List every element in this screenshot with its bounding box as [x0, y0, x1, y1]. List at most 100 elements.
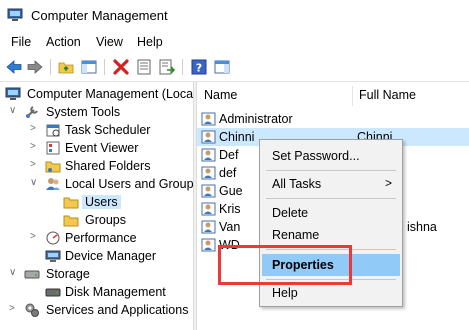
shared-folder-icon [45, 161, 61, 173]
menu-view[interactable]: View [96, 35, 123, 49]
export-list-icon[interactable] [158, 58, 176, 76]
performance-icon [46, 231, 60, 245]
storage-icon [24, 270, 40, 279]
properties-icon[interactable] [135, 58, 153, 76]
menu-help[interactable]: Help [137, 35, 163, 49]
user-icon [201, 238, 216, 252]
event-viewer-icon [46, 141, 60, 155]
user-icon [201, 148, 216, 162]
expand-chevron-icon[interactable]: > [30, 159, 40, 171]
user-icon [201, 202, 216, 216]
user-icon [201, 166, 216, 180]
user-name: Kris [219, 202, 241, 216]
tree-item-system-tools[interactable]: ∨ System Tools [0, 103, 193, 121]
tree-label: Event Viewer [65, 141, 139, 155]
tree-label: Disk Management [65, 285, 166, 299]
toolbar-separator [50, 59, 51, 75]
tree-item-storage[interactable]: ∨ Storage [0, 265, 193, 283]
svg-text:?: ? [196, 62, 202, 75]
tree-label: Shared Folders [65, 159, 151, 173]
menu-item-label: Help [272, 286, 298, 300]
submenu-arrow-icon: > [384, 176, 392, 190]
console-tree: Computer Management (Local ∨ System Tool… [0, 82, 193, 330]
column-separator[interactable] [352, 86, 353, 106]
collapse-chevron-icon[interactable]: ∨ [9, 105, 19, 117]
user-icon [201, 184, 216, 198]
tree-label: Users [82, 195, 121, 209]
user-name: Gue [219, 184, 243, 198]
back-arrow-icon[interactable] [5, 58, 23, 76]
user-icon [201, 112, 216, 126]
system-tools-icon [26, 106, 38, 118]
expand-chevron-icon[interactable]: > [30, 123, 40, 135]
tree-label: Storage [46, 267, 90, 281]
tree-label: Services and Applications [46, 303, 189, 317]
menu-item-label: Delete [272, 206, 309, 220]
tree-item-users[interactable]: Users [0, 193, 193, 211]
tree-item-device-manager[interactable]: Device Manager [0, 247, 193, 265]
menu-separator [266, 170, 396, 171]
folder-icon [63, 197, 79, 209]
user-name: Chinni [219, 130, 255, 144]
column-header-full-name[interactable]: Full Name [359, 88, 416, 102]
user-name: Administrator [219, 112, 293, 126]
expand-chevron-icon[interactable]: > [30, 141, 40, 153]
expand-chevron-icon[interactable]: > [9, 303, 19, 315]
menu-item-label: All Tasks [272, 177, 322, 191]
menu-item-delete[interactable]: Delete [262, 202, 400, 224]
expand-chevron-icon[interactable]: > [30, 231, 40, 243]
user-icon [201, 220, 216, 234]
window-title: Computer Management [31, 8, 168, 23]
title-bar: Computer Management [0, 0, 469, 31]
computer-management-icon [5, 87, 21, 100]
users-group-icon [46, 178, 60, 190]
help-icon[interactable]: ? [190, 58, 208, 76]
menu-item-rename[interactable]: Rename [262, 224, 400, 246]
user-name: Van [219, 220, 241, 234]
up-folder-icon[interactable] [57, 58, 75, 76]
tree-label: Local Users and Groups [65, 177, 193, 191]
action-pane-icon[interactable] [213, 58, 231, 76]
collapse-chevron-icon[interactable]: ∨ [30, 177, 40, 189]
menu-item-all-tasks[interactable]: All Tasks > [262, 173, 400, 195]
tree-item-task-scheduler[interactable]: > Task Scheduler [0, 121, 193, 139]
menu-action[interactable]: Action [46, 35, 81, 49]
menu-item-label: Rename [272, 228, 320, 242]
user-name: Def [219, 148, 239, 162]
tree-item-disk-management[interactable]: Disk Management [0, 283, 193, 301]
tree-label: Performance [65, 231, 137, 245]
toolbar-separator [182, 59, 183, 75]
tree-label: Groups [85, 213, 126, 227]
show-hide-tree-icon[interactable] [80, 58, 98, 76]
tree-item-event-viewer[interactable]: > Event Viewer [0, 139, 193, 157]
menu-item-label: Set Password... [272, 149, 360, 163]
tree-label: System Tools [46, 105, 121, 119]
menu-bar: File Action View Help [0, 31, 469, 53]
column-header-name[interactable]: Name [204, 88, 237, 102]
delete-icon[interactable] [112, 58, 130, 76]
collapse-chevron-icon[interactable]: ∨ [9, 267, 19, 279]
tree-item-local-users-groups[interactable]: ∨ Local Users and Groups [0, 175, 193, 193]
folder-icon [63, 215, 79, 227]
menu-separator [266, 198, 396, 199]
menu-file[interactable]: File [11, 35, 31, 49]
tree-item-services-applications[interactable]: > Services and Applications [0, 301, 193, 319]
disk-management-icon [45, 288, 61, 297]
tree-item-performance[interactable]: > Performance [0, 229, 193, 247]
tree-item-shared-folders[interactable]: > Shared Folders [0, 157, 193, 175]
tree-label: Device Manager [65, 249, 157, 263]
toolbar-separator [104, 59, 105, 75]
menu-item-help[interactable]: Help [262, 282, 400, 304]
user-full-name: ishna [407, 220, 437, 234]
tree-item-computer-management[interactable]: Computer Management (Local [0, 85, 193, 103]
tree-label: Task Scheduler [65, 123, 151, 137]
toolbar: ? [0, 53, 469, 81]
menu-item-set-password[interactable]: Set Password... [262, 145, 400, 167]
user-name: def [219, 166, 237, 180]
device-manager-icon [45, 250, 61, 262]
task-scheduler-icon [46, 124, 60, 137]
highlight-annotation [218, 245, 352, 285]
list-item[interactable]: Administrator [197, 110, 469, 128]
tree-item-groups[interactable]: Groups [0, 211, 193, 229]
forward-arrow-icon[interactable] [26, 58, 44, 76]
